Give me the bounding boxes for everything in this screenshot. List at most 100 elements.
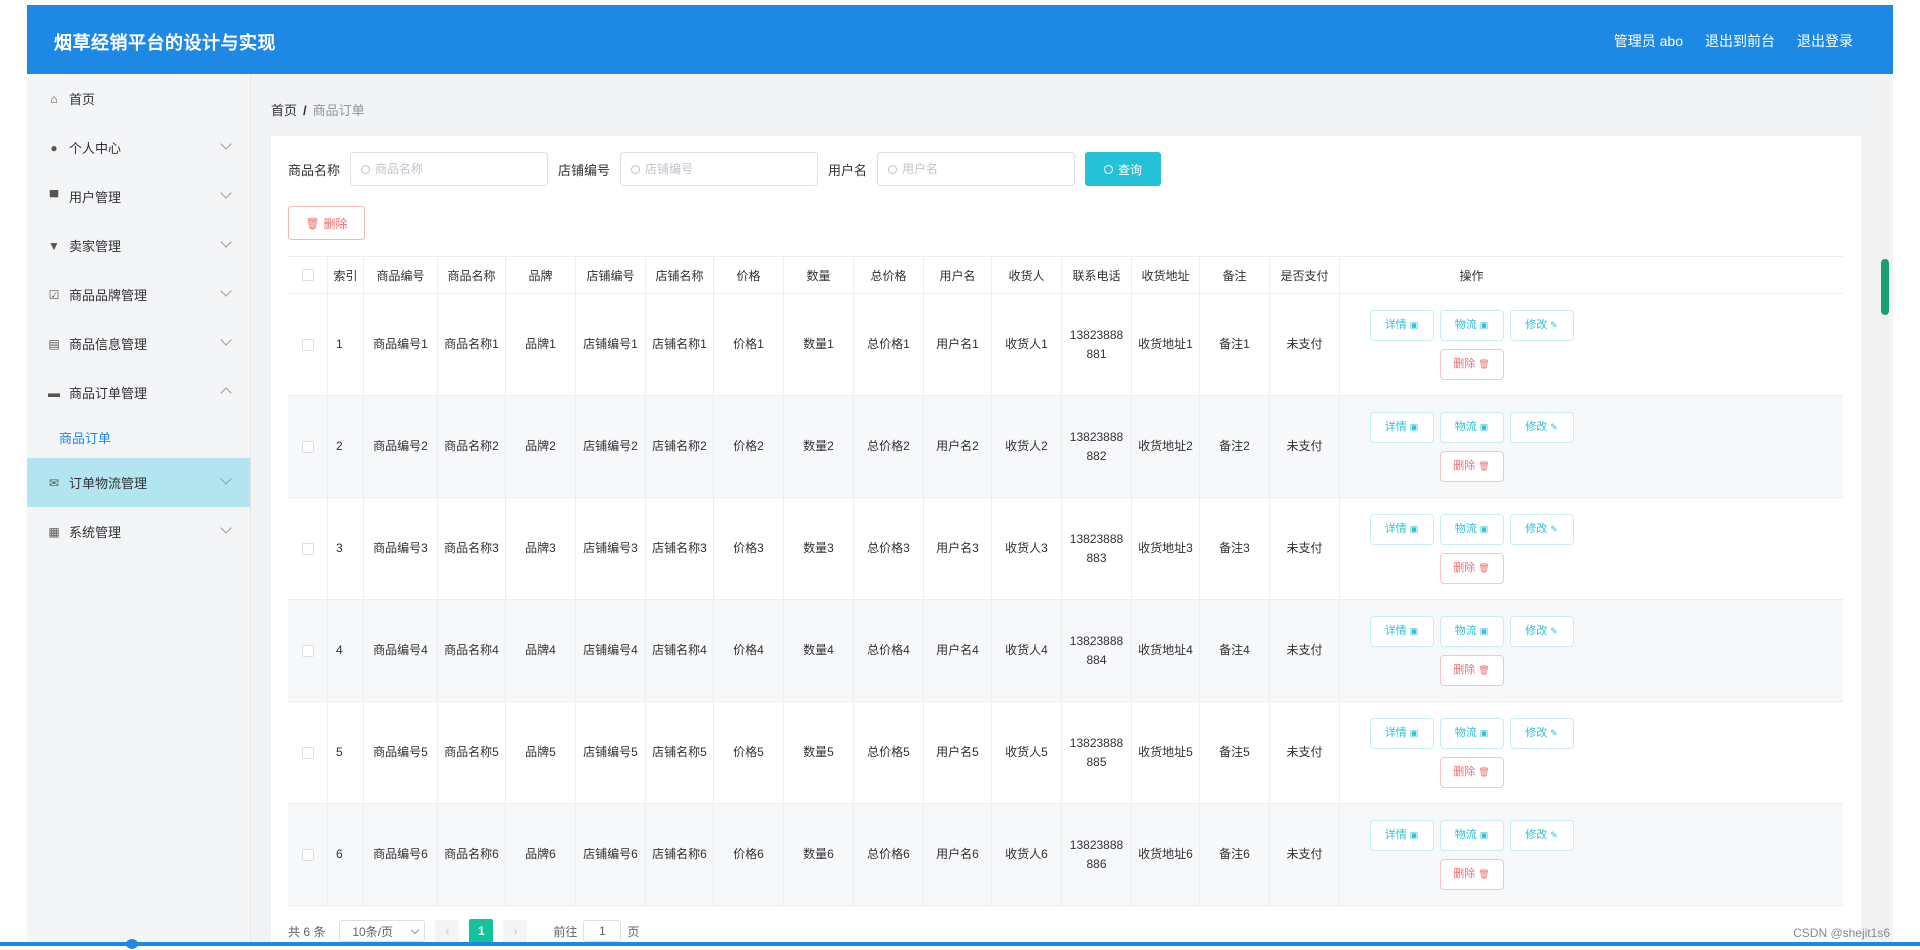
table-cell-note: 备注2 <box>1200 396 1270 497</box>
detail-button[interactable]: 详情 ▣ <box>1369 411 1434 443</box>
edit-button[interactable]: 修改 ✎ <box>1509 513 1574 545</box>
logout-link[interactable]: 退出登录 <box>1797 31 1853 51</box>
shop-code-input[interactable] <box>645 162 806 176</box>
shop-code-field[interactable] <box>620 152 819 186</box>
ticket-icon: ▬ <box>48 385 60 400</box>
sidebar-item-brands[interactable]: ☑ 商品品牌管理 <box>27 270 250 319</box>
logistics-button[interactable]: 物流 ▣ <box>1439 717 1504 749</box>
cell-text: 13823888883 <box>1069 531 1124 565</box>
detail-button[interactable]: 详情 ▣ <box>1369 717 1434 749</box>
cell-text: 商品编号2 <box>373 439 428 453</box>
delete-button[interactable]: 删除 🗑 <box>1439 654 1504 686</box>
table-cell-brand: 品牌2 <box>506 396 576 497</box>
sidebar-item-system[interactable]: ▦ 系统管理 <box>27 507 250 556</box>
cell-text: 商品编号6 <box>373 847 428 861</box>
pencil-icon: ✎ <box>1550 727 1558 738</box>
edit-button[interactable]: 修改 ✎ <box>1509 717 1574 749</box>
delete-button[interactable]: 删除 🗑 <box>1439 858 1504 890</box>
row-checkbox[interactable] <box>301 746 314 759</box>
logistics-button[interactable]: 物流 ▣ <box>1439 309 1504 341</box>
goto-page-input[interactable] <box>583 920 622 942</box>
query-button[interactable]: 查询 <box>1085 152 1162 186</box>
doc-icon: ▣ <box>1479 523 1489 534</box>
trash-icon: 🗑 <box>1478 562 1490 573</box>
cell-text: 收货人4 <box>1005 643 1048 657</box>
sidebar-item-users[interactable]: ▀ 用户管理 <box>27 172 250 221</box>
sidebar-item-logistics[interactable]: ✉ 订单物流管理 <box>27 458 250 507</box>
edit-button[interactable]: 修改 ✎ <box>1509 309 1574 341</box>
scrollbar-thumb[interactable] <box>1881 259 1889 315</box>
pencil-icon: ✎ <box>1550 421 1558 432</box>
trash-icon: 🗑 <box>1478 358 1490 369</box>
cell-text: 13823888882 <box>1069 429 1124 463</box>
logistics-button[interactable]: 物流 ▣ <box>1439 819 1504 851</box>
search-icon <box>631 164 641 174</box>
user-icon: ● <box>50 140 58 155</box>
table-cell-username: 用户名4 <box>924 600 992 701</box>
detail-button[interactable]: 详情 ▣ <box>1369 309 1434 341</box>
row-checkbox[interactable] <box>301 338 314 351</box>
edit-button[interactable]: 修改 ✎ <box>1509 615 1574 647</box>
sidebar-item-label: 用户管理 <box>69 190 122 205</box>
sidebar-item-sellers[interactable]: ▼ 卖家管理 <box>27 221 250 270</box>
username-field[interactable] <box>877 152 1076 186</box>
product-name-field[interactable] <box>350 152 549 186</box>
breadcrumb-home[interactable]: 首页 <box>271 103 297 118</box>
table-cell-receiver: 收货人6 <box>992 804 1062 905</box>
username-input[interactable] <box>902 162 1063 176</box>
cell-text: 3 <box>336 541 343 555</box>
breadcrumb-current: 商品订单 <box>312 103 365 118</box>
table-cell-shop-code: 店铺编号1 <box>576 294 646 395</box>
table-cell-index: 2 <box>328 396 364 497</box>
select-all-checkbox[interactable] <box>301 269 314 281</box>
vertical-scrollbar[interactable] <box>1881 74 1889 945</box>
delete-button[interactable]: 删除 🗑 <box>1439 552 1504 584</box>
logistics-button-label: 物流 <box>1454 828 1477 841</box>
logistics-button[interactable]: 物流 ▣ <box>1439 615 1504 647</box>
logistics-button[interactable]: 物流 ▣ <box>1439 513 1504 545</box>
cell-text: 店铺名称6 <box>652 847 707 861</box>
detail-button[interactable]: 详情 ▣ <box>1369 513 1434 545</box>
chevron-down-icon <box>220 187 232 199</box>
cell-text: 价格2 <box>733 439 764 453</box>
table-header: 索引 商品编号 商品名称 品牌 店铺编号 店铺名称 价格 数量 总价格 用户名 … <box>288 257 1843 294</box>
sidebar-item-orders[interactable]: ▬ 商品订单管理 <box>27 368 250 417</box>
chevron-left-icon: ‹ <box>445 924 450 938</box>
row-checkbox[interactable] <box>301 542 314 555</box>
detail-button[interactable]: 详情 ▣ <box>1369 615 1434 647</box>
delete-button[interactable]: 删除 🗑 <box>1439 348 1504 380</box>
back-to-front-link[interactable]: 退出到前台 <box>1705 31 1775 51</box>
row-actions: 详情 ▣ 物流 ▣ 修改 ✎ 删除 🗑 <box>1340 600 1603 701</box>
batch-delete-button[interactable]: 🗑 删除 <box>288 206 365 240</box>
prev-page-button[interactable]: ‹ <box>435 920 460 942</box>
detail-button[interactable]: 详情 ▣ <box>1369 819 1434 851</box>
column-header: 店铺编号 <box>576 257 646 293</box>
page-size-select[interactable]: 10条/页 <box>339 920 426 942</box>
row-checkbox[interactable] <box>301 848 314 861</box>
delete-button[interactable]: 删除 🗑 <box>1439 756 1504 788</box>
doc-icon: ▣ <box>1409 421 1419 432</box>
edit-button[interactable]: 修改 ✎ <box>1509 819 1574 851</box>
delete-button[interactable]: 删除 🗑 <box>1439 450 1504 482</box>
cell-text: 备注1 <box>1219 337 1250 351</box>
table-cell-paid: 未支付 <box>1270 804 1340 905</box>
sidebar-item-products[interactable]: ▤ 商品信息管理 <box>27 319 250 368</box>
row-checkbox[interactable] <box>301 644 314 657</box>
table-cell-address: 收货地址6 <box>1132 804 1200 905</box>
cell-text: 商品名称6 <box>444 847 499 861</box>
logistics-button[interactable]: 物流 ▣ <box>1439 411 1504 443</box>
next-page-button[interactable]: › <box>503 920 528 942</box>
user-label[interactable]: 管理员 abo <box>1614 31 1683 51</box>
table-cell-name: 商品名称2 <box>438 396 506 497</box>
edit-button[interactable]: 修改 ✎ <box>1509 411 1574 443</box>
page-number-button[interactable]: 1 <box>469 919 494 943</box>
sidebar-subitem-orders[interactable]: 商品订单 <box>27 417 250 458</box>
cell-text: 未支付 <box>1286 847 1323 861</box>
top-header: 烟草经销平台的设计与实现 管理员 abo 退出到前台 退出登录 <box>27 5 1893 74</box>
cell-text: 用户名4 <box>936 643 979 657</box>
row-checkbox[interactable] <box>301 440 314 453</box>
progress-handle[interactable] <box>126 939 138 949</box>
sidebar-item-personal[interactable]: ● 个人中心 <box>27 123 250 172</box>
sidebar-item-home[interactable]: ⌂ 首页 <box>27 74 250 123</box>
product-name-input[interactable] <box>375 162 536 176</box>
